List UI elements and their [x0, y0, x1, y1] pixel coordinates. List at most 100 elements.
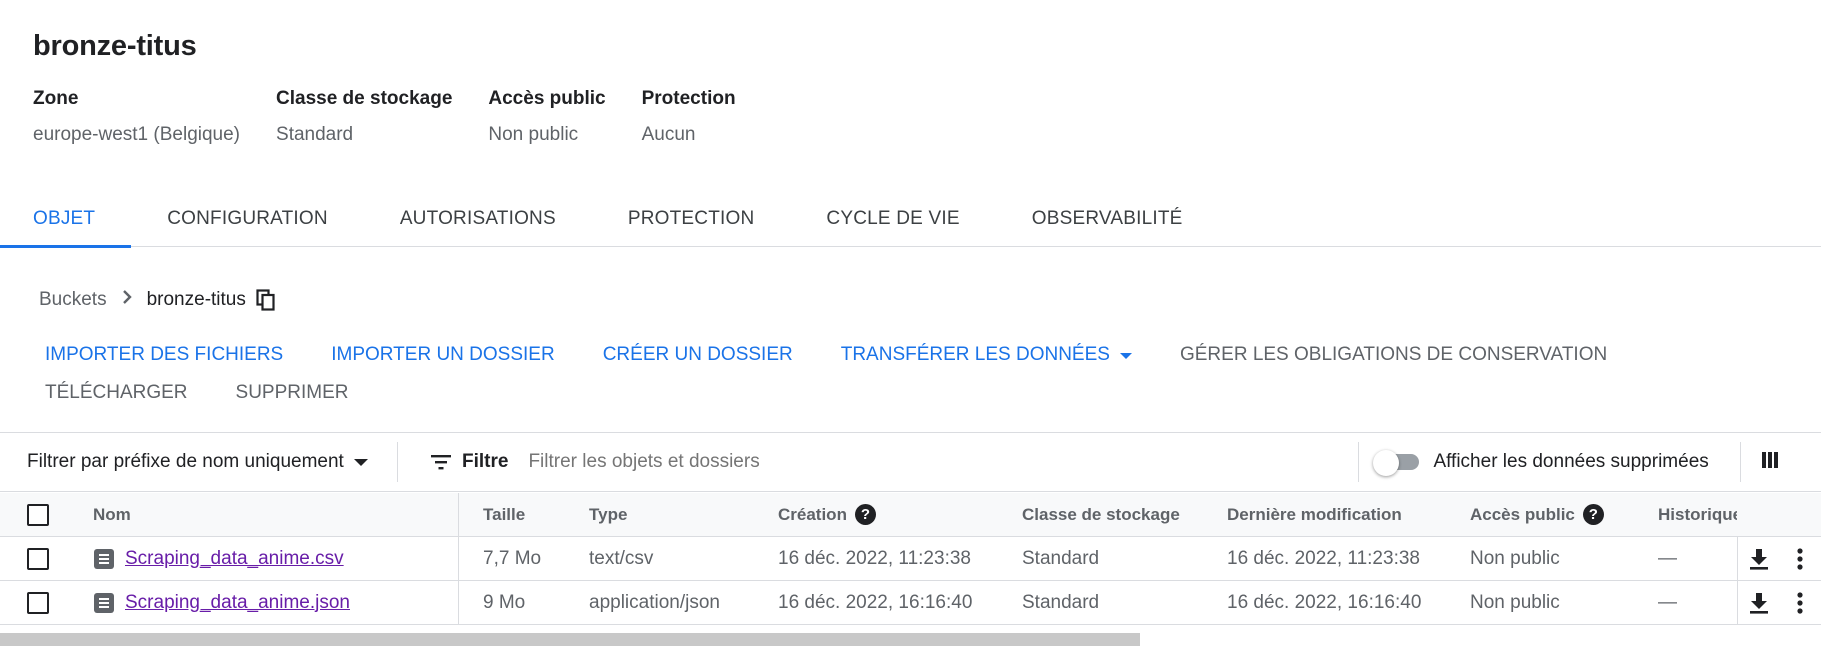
delete-button[interactable]: SUPPRIMER — [236, 382, 349, 404]
more-vert-icon[interactable] — [1797, 537, 1803, 580]
property-value: Non public — [488, 124, 579, 145]
prefix-filter-label: Filtrer par préfixe de nom uniquement — [27, 451, 344, 472]
tab-permissions[interactable]: AUTORISATIONS — [364, 198, 592, 247]
object-size: 9 Mo — [483, 591, 526, 613]
show-deleted-toggle[interactable] — [1373, 450, 1421, 476]
chevron-right-icon — [121, 288, 133, 311]
property-label: Accès public — [488, 88, 606, 109]
object-modified: 16 déc. 2022, 11:23:38 — [1227, 547, 1420, 569]
column-header-created-label: Création — [778, 504, 847, 524]
property-zone: Zone europe-west1 (Belgique) — [33, 88, 240, 146]
tab-bar: OBJET CONFIGURATION AUTORISATIONS PROTEC… — [0, 198, 1821, 248]
select-all-checkbox-cell — [27, 493, 49, 536]
transfer-data-button[interactable]: TRANSFÉRER LES DONNÉES — [841, 344, 1132, 366]
property-label: Zone — [33, 88, 79, 109]
object-created: 16 déc. 2022, 16:16:40 — [778, 591, 973, 613]
create-folder-button[interactable]: CRÉER UN DOSSIER — [603, 344, 793, 366]
toggle-knob — [1373, 450, 1400, 476]
horizontal-scrollbar[interactable] — [0, 633, 1140, 646]
table-header: Nom Taille Type Création ? Classe de sto… — [0, 493, 1821, 537]
row-checkbox-cell — [27, 537, 49, 580]
column-header-size[interactable]: Taille — [483, 493, 525, 536]
column-header-public-access[interactable]: Accès public ? — [1470, 493, 1604, 536]
bucket-title: bronze-titus — [33, 30, 197, 62]
help-icon[interactable]: ? — [1582, 504, 1604, 525]
property-value: Standard — [276, 124, 354, 145]
file-icon — [94, 548, 114, 569]
column-display-button[interactable] — [1740, 442, 1798, 482]
tab-lifecycle[interactable]: CYCLE DE VIE — [790, 198, 995, 247]
download-icon[interactable] — [1749, 581, 1769, 624]
row-actions-divider — [1737, 537, 1738, 580]
object-name-link[interactable]: Scraping_data_anime.json — [125, 592, 350, 614]
table-row[interactable]: Scraping_data_anime.csv 7,7 Mo text/csv … — [0, 537, 1821, 581]
tab-objects[interactable]: OBJET — [0, 198, 132, 248]
upload-folder-button[interactable]: IMPORTER UN DOSSIER — [331, 344, 554, 366]
property-protection: Protection Aucun — [642, 88, 736, 146]
show-deleted-label: Afficher les données supprimées — [1433, 451, 1709, 472]
download-icon[interactable] — [1749, 537, 1769, 580]
row-checkbox[interactable] — [27, 547, 49, 570]
manage-holds-button[interactable]: GÉRER LES OBLIGATIONS DE CONSERVATION — [1180, 344, 1607, 366]
object-name-cell: Scraping_data_anime.json — [94, 581, 350, 624]
object-created: 16 déc. 2022, 11:23:38 — [778, 547, 971, 569]
tab-observability[interactable]: OBSERVABILITÉ — [996, 198, 1219, 247]
property-storage-class: Classe de stockage Standard — [276, 88, 452, 146]
prefix-filter-select[interactable]: Filtrer par préfixe de nom uniquement — [0, 442, 398, 482]
copy-icon[interactable] — [256, 288, 276, 311]
object-name-link[interactable]: Scraping_data_anime.csv — [125, 548, 344, 570]
object-type: text/csv — [589, 547, 654, 569]
filter-input[interactable] — [528, 451, 1359, 473]
show-deleted-toggle-group: Afficher les données supprimées — [1358, 442, 1740, 482]
column-header-created[interactable]: Création ? — [778, 493, 876, 536]
filter-list-icon — [430, 454, 452, 470]
tab-protection[interactable]: PROTECTION — [592, 198, 791, 247]
filter-bar: Filtrer par préfixe de nom uniquement Fi… — [0, 432, 1821, 492]
object-size: 7,7 Mo — [483, 547, 542, 569]
view-columns-icon — [1761, 451, 1779, 474]
column-header-name[interactable]: Nom — [93, 493, 131, 536]
object-storage-class: Standard — [1022, 591, 1100, 613]
help-icon[interactable]: ? — [854, 504, 876, 525]
breadcrumb: Buckets bronze-titus — [39, 288, 276, 311]
tab-configuration[interactable]: CONFIGURATION — [131, 198, 364, 247]
table-row[interactable]: Scraping_data_anime.json 9 Mo applicatio… — [0, 581, 1821, 625]
select-all-checkbox[interactable] — [27, 503, 49, 526]
upload-files-button[interactable]: IMPORTER DES FICHIERS — [45, 344, 283, 366]
more-vert-icon[interactable] — [1797, 581, 1803, 624]
object-public-access: Non public — [1470, 591, 1560, 613]
column-header-public-access-label: Accès public — [1470, 504, 1575, 524]
property-value: Aucun — [641, 124, 696, 145]
file-icon — [94, 592, 114, 613]
filter-label: Filtre — [462, 451, 509, 472]
row-actions-divider — [1737, 581, 1738, 624]
caret-down-icon — [353, 458, 368, 466]
column-header-storage-class[interactable]: Classe de stockage — [1022, 493, 1180, 536]
object-type: application/json — [589, 591, 720, 613]
property-label: Protection — [641, 88, 736, 109]
column-header-type[interactable]: Type — [589, 493, 627, 536]
column-divider[interactable] — [458, 493, 459, 536]
property-label: Classe de stockage — [276, 88, 453, 109]
object-name-cell: Scraping_data_anime.csv — [94, 537, 344, 580]
row-checkbox[interactable] — [27, 591, 49, 614]
caret-down-icon — [1119, 353, 1132, 359]
property-public-access: Accès public Non public — [488, 88, 605, 146]
column-divider — [458, 581, 459, 624]
object-history: — — [1658, 547, 1677, 569]
row-checkbox-cell — [27, 581, 49, 624]
object-public-access: Non public — [1470, 547, 1560, 569]
download-button[interactable]: TÉLÉCHARGER — [45, 382, 188, 404]
object-storage-class: Standard — [1022, 547, 1100, 569]
object-history: — — [1658, 591, 1677, 613]
column-divider — [458, 537, 459, 580]
objects-table: Nom Taille Type Création ? Classe de sto… — [0, 493, 1821, 625]
bucket-properties: Zone europe-west1 (Belgique) Classe de s… — [33, 88, 772, 146]
breadcrumb-current: bronze-titus — [146, 288, 246, 310]
breadcrumb-buckets-link[interactable]: Buckets — [39, 289, 107, 311]
transfer-data-label: TRANSFÉRER LES DONNÉES — [840, 344, 1110, 365]
object-modified: 16 déc. 2022, 16:16:40 — [1227, 591, 1422, 613]
action-toolbar: IMPORTER DES FICHIERS IMPORTER UN DOSSIE… — [45, 344, 1785, 404]
column-header-history[interactable]: Historique — [1658, 493, 1737, 536]
column-header-modified[interactable]: Dernière modification — [1227, 493, 1402, 536]
